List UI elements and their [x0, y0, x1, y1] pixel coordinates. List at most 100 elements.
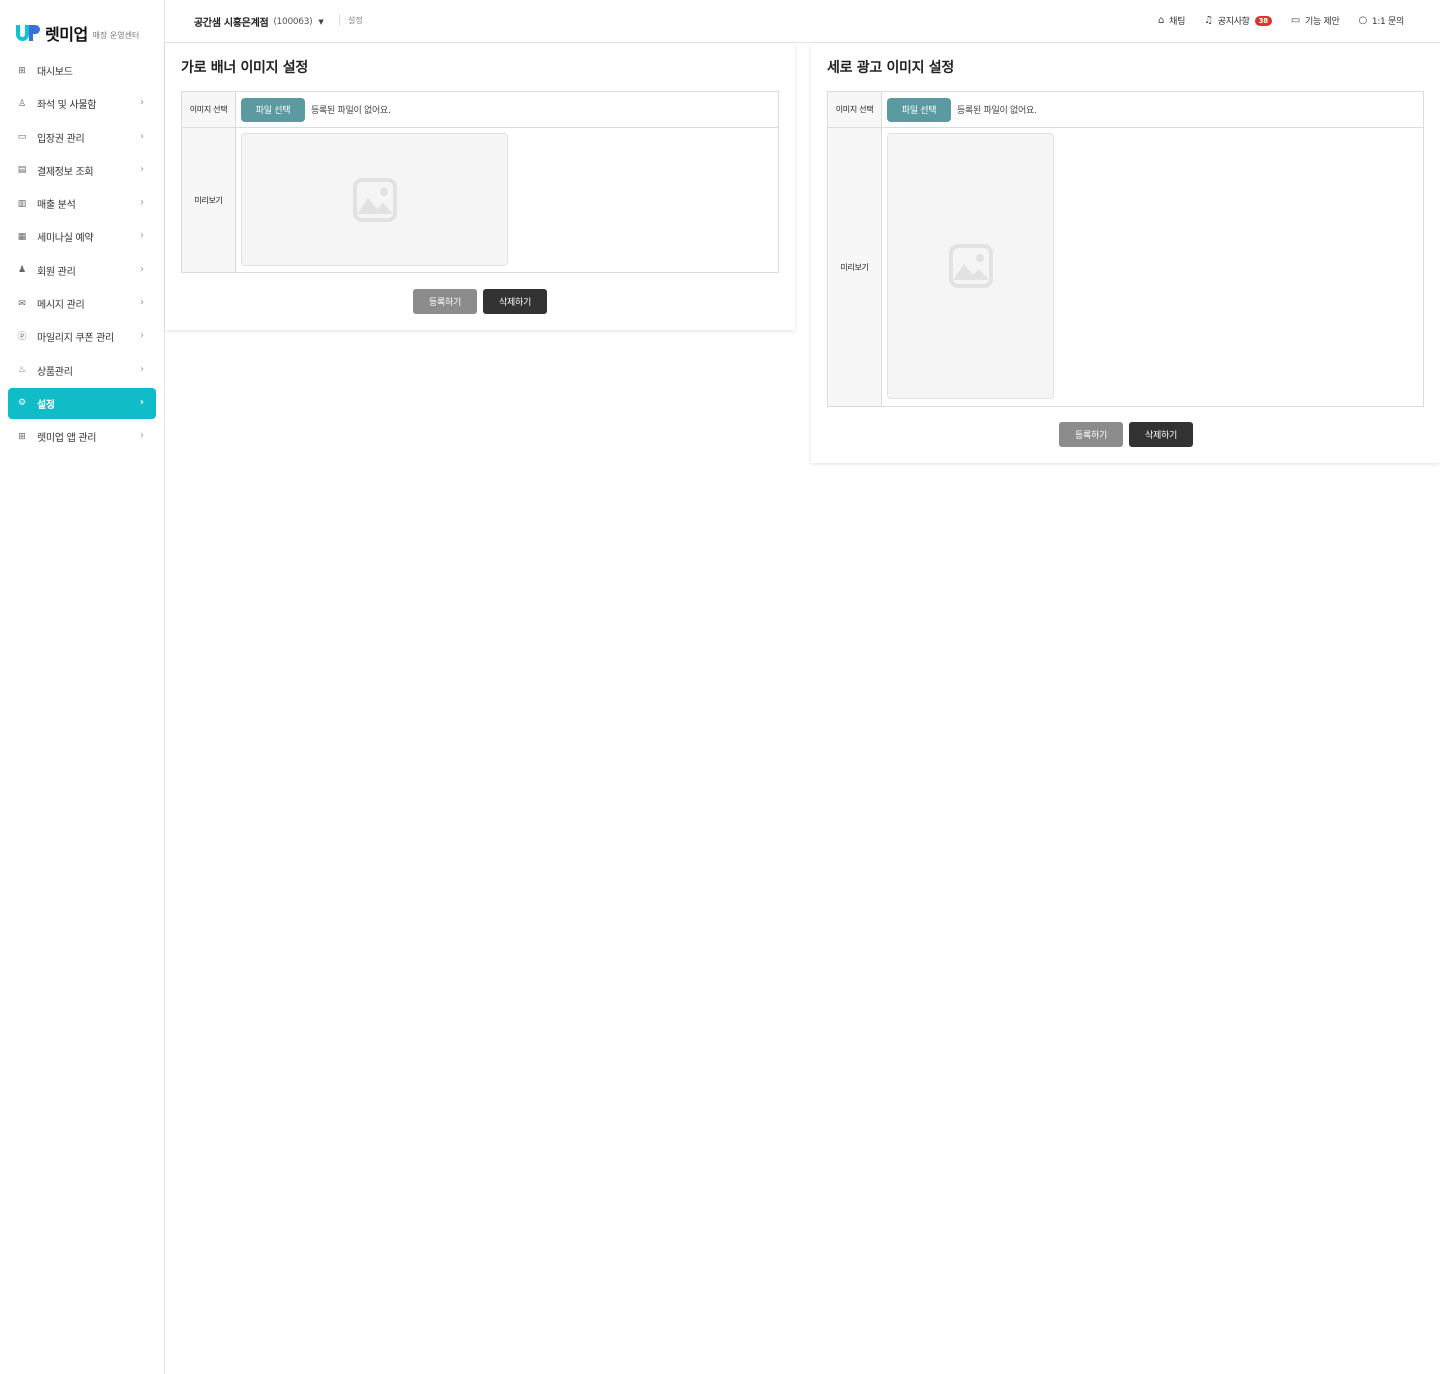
breadcrumb: 설정	[348, 16, 363, 25]
brand-subtitle: 매장 운영센터	[92, 31, 140, 40]
sidebar-item[interactable]: ♟ 회원 관리 ›	[8, 255, 156, 286]
suggest-link[interactable]: ▭ 기능 제안	[1291, 14, 1340, 27]
app-icon: ⊞	[18, 431, 26, 442]
sidebar-item[interactable]: ⓟ 마일리지 쿠폰 관리 ›	[8, 321, 156, 352]
file-status-text: 등록된 파일이 없어요.	[311, 106, 391, 116]
sidebar-item[interactable]: ⊞ 대시보드	[8, 55, 156, 86]
chart-icon: ▥	[17, 198, 27, 209]
sidebar-item-label: 좌석 및 사물함	[37, 100, 97, 112]
vertical-ad-panel: 세로 광고 이미지 설정 이미지 선택 파일 선택 등록된 파일이 없어요. 미…	[811, 43, 1440, 463]
image-preview	[241, 133, 508, 266]
sidebar-item-label: 입장권 관리	[37, 133, 85, 145]
store-name: 공간샘 시흥은계점	[194, 18, 269, 29]
card-icon: ▤	[17, 165, 27, 176]
sidebar: 렛미업 매장 운영센터 ⊞ 대시보드 ♙ 좌석 및 사물함 › ▭ 입장권 관리 › ▤ 결제정보…	[0, 0, 165, 1374]
sidebar-item[interactable]: ▥ 매출 분석 ›	[8, 188, 156, 219]
breadcrumb-divider	[339, 14, 340, 26]
sidebar-item-label: 대시보드	[37, 67, 73, 78]
action-buttons: 등록하기 삭제하기	[410, 289, 550, 314]
delete-button[interactable]: 삭제하기	[483, 289, 547, 314]
chevron-right-icon: ›	[140, 263, 144, 275]
chat-bubble-icon: ○	[1358, 15, 1367, 26]
sidebar-item[interactable]: ✉ 메시지 관리 ›	[8, 288, 156, 319]
file-status-text: 등록된 파일이 없어요.	[957, 106, 1037, 116]
notice-label: 공지사항	[1217, 17, 1250, 27]
header-links: ⌂ 채팅 ♫ 공지사항 38 ▭ 기능 제안 ○ 1:1 문의	[1139, 14, 1404, 27]
sidebar-item-label: 세미나실 예약	[37, 233, 94, 245]
horizontal-banner-panel: 가로 배너 이미지 설정 이미지 선택 파일 선택 등록된 파일이 없어요. 미…	[165, 43, 795, 330]
brand-logo[interactable]: 렛미업 매장 운영센터	[16, 22, 139, 44]
settings-icon: ⚙	[17, 398, 27, 409]
chevron-right-icon: ›	[139, 396, 144, 408]
action-buttons: 등록하기 삭제하기	[1056, 422, 1196, 447]
sidebar-item-label: 회원 관리	[37, 266, 76, 278]
sidebar-item[interactable]: ▤ 결제정보 조회 ›	[8, 155, 156, 186]
inquiry-label: 1:1 문의	[1371, 17, 1404, 27]
caret-down-icon: ▼	[318, 17, 324, 26]
chevron-right-icon: ›	[140, 230, 144, 242]
mail-icon: ✉	[18, 298, 26, 309]
image-placeholder-icon	[948, 244, 993, 288]
inquiry-link[interactable]: ○ 1:1 문의	[1358, 14, 1404, 27]
preview-label: 미리보기	[828, 128, 882, 406]
brand-logo-mark	[16, 25, 40, 41]
preview-cell	[236, 128, 778, 272]
preview-row: 미리보기	[182, 128, 778, 272]
chevron-right-icon: ›	[140, 297, 144, 309]
inbox-icon: ⌂	[1158, 15, 1165, 26]
register-button[interactable]: 등록하기	[413, 289, 477, 314]
register-button[interactable]: 등록하기	[1059, 422, 1123, 447]
comment-icon: ▭	[1290, 15, 1300, 26]
image-preview	[887, 133, 1054, 399]
sidebar-item[interactable]: ⚙ 설정 ›	[8, 387, 156, 419]
notice-link[interactable]: ♫ 공지사항 38	[1204, 14, 1272, 27]
chat-label: 채팅	[1169, 17, 1186, 27]
panel-title: 세로 광고 이미지 설정	[827, 60, 954, 76]
mileage-icon: ⓟ	[17, 331, 27, 342]
sidebar-item-label: 상품관리	[37, 366, 73, 378]
image-select-label: 이미지 선택	[828, 92, 882, 127]
chevron-right-icon: ›	[140, 97, 144, 109]
image-select-label: 이미지 선택	[182, 92, 236, 127]
sidebar-item[interactable]: ⊞ 렛미업 앱 관리 ›	[8, 421, 156, 452]
file-select-button[interactable]: 파일 선택	[887, 97, 951, 122]
store-selector[interactable]: 공간샘 시흥은계점 (100063) ▼	[194, 14, 324, 30]
chat-link[interactable]: ⌂ 채팅	[1158, 14, 1185, 27]
sidebar-item[interactable]: ♙ 좌석 및 사물함 ›	[8, 88, 156, 119]
calendar-icon: ▦	[17, 231, 27, 242]
image-form: 이미지 선택 파일 선택 등록된 파일이 없어요. 미리보기	[181, 91, 779, 273]
sidebar-item-label: 설정	[37, 399, 55, 411]
sidebar-item[interactable]: ♨ 상품관리 ›	[8, 355, 156, 386]
sidebar-item-label: 결제정보 조회	[37, 166, 94, 178]
ticket-icon: ▭	[17, 132, 27, 143]
delete-button[interactable]: 삭제하기	[1129, 422, 1193, 447]
file-select-button[interactable]: 파일 선택	[241, 97, 305, 122]
chevron-right-icon: ›	[140, 363, 144, 375]
image-select-cell: 파일 선택 등록된 파일이 없어요.	[882, 92, 1423, 127]
preview-cell	[882, 128, 1423, 406]
image-placeholder-icon	[352, 177, 397, 222]
image-form: 이미지 선택 파일 선택 등록된 파일이 없어요. 미리보기	[827, 91, 1424, 407]
sidebar-nav: ⊞ 대시보드 ♙ 좌석 및 사물함 › ▭ 입장권 관리 › ▤ 결제정보 조회 › ▥ 매출 분석 › ▦…	[8, 55, 156, 455]
image-select-row: 이미지 선택 파일 선택 등록된 파일이 없어요.	[182, 92, 778, 128]
image-select-cell: 파일 선택 등록된 파일이 없어요.	[236, 92, 778, 127]
chevron-right-icon: ›	[140, 330, 144, 342]
chevron-right-icon: ›	[140, 197, 144, 209]
sidebar-item-label: 마일리지 쿠폰 관리	[37, 333, 114, 345]
sidebar-item-label: 매출 분석	[37, 200, 76, 212]
sidebar-item[interactable]: ▦ 세미나실 예약 ›	[8, 221, 156, 252]
sidebar-item-label: 렛미업 앱 관리	[37, 433, 97, 445]
seat-icon: ♙	[17, 98, 27, 109]
top-header: 공간샘 시흥은계점 (100063) ▼ 설정 ⌂ 채팅 ♫ 공지사항 38 ▭…	[165, 0, 1440, 43]
panel-title: 가로 배너 이미지 설정	[181, 60, 308, 76]
sidebar-item[interactable]: ▭ 입장권 관리 ›	[8, 122, 156, 153]
suggest-label: 기능 제안	[1304, 17, 1340, 27]
chevron-right-icon: ›	[140, 130, 144, 142]
chevron-right-icon: ›	[140, 430, 144, 442]
image-select-row: 이미지 선택 파일 선택 등록된 파일이 없어요.	[828, 92, 1423, 128]
bell-icon: ♫	[1204, 15, 1213, 26]
preview-label: 미리보기	[182, 128, 236, 272]
brand-name: 렛미업	[45, 25, 88, 44]
preview-row: 미리보기	[828, 128, 1423, 406]
store-code: (100063)	[273, 16, 313, 27]
